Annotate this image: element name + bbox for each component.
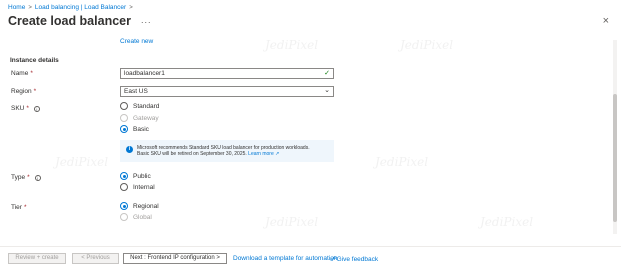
previous-button[interactable]: < Previous [72,253,119,264]
info-circle-icon: i [126,146,133,153]
feedback-icon: ☍ [330,256,337,263]
radio-label: Global [133,213,152,221]
region-label: Region * [11,88,36,95]
give-feedback-label: Give feedback [336,256,379,263]
required-marker: * [30,70,33,77]
name-label-text: Name [11,70,29,77]
close-icon[interactable]: × [603,16,609,27]
type-option-internal[interactable]: Internal [120,183,155,191]
chevron-down-icon: ⌄ [324,87,330,94]
tier-option-regional[interactable]: Regional [120,202,159,210]
form-scroll-area: Create new Instance details Name * loadb… [0,34,621,244]
next-button[interactable]: Next : Frontend IP configuration > [123,253,227,264]
radio-label: Basic [133,125,149,133]
required-marker: * [26,105,29,112]
radio-label: Public [133,172,151,180]
breadcrumb-home[interactable]: Home [8,4,25,11]
give-feedback-link[interactable]: ☍Give feedback [330,255,378,263]
tier-label-text: Tier [11,204,22,211]
info-icon[interactable]: i [33,105,40,112]
footer-bar: Review + create < Previous Next : Fronte… [0,246,621,270]
type-option-public[interactable]: Public [120,172,151,180]
sku-option-gateway: Gateway [120,114,159,122]
sku-info-text: Microsoft recommends Standard SKU load b… [137,145,310,157]
breadcrumb-separator: > [129,4,133,11]
region-label-text: Region [11,88,32,95]
radio-label: Gateway [133,114,159,122]
title-row: Create load balancer ... [8,14,151,28]
info-icon[interactable]: i [34,174,41,181]
sku-label: SKU * i [11,105,40,112]
breadcrumb-load-balancing[interactable]: Load balancing | Load Balancer [35,4,126,11]
required-marker: * [27,174,30,181]
radio-button[interactable] [120,125,128,133]
sku-option-standard[interactable]: Standard [120,102,159,110]
vertical-scrollbar[interactable] [613,40,617,234]
more-options-icon[interactable]: ... [141,15,152,25]
radio-button[interactable] [120,172,128,180]
valid-check-icon: ✓ [324,70,330,77]
radio-button[interactable] [120,183,128,191]
sku-option-basic[interactable]: Basic [120,125,149,133]
type-label: Type * i [11,174,41,181]
download-template-link[interactable]: Download a template for automation [233,255,337,262]
region-select-value: East US [124,88,148,95]
region-select[interactable]: East US ⌄ [120,86,334,97]
radio-button [120,114,128,122]
review-create-button[interactable]: Review + create [8,253,66,264]
sku-info-line2: Basic SKU will be retired on September 3… [137,151,247,157]
learn-more-link[interactable]: Learn more ↗ [248,151,279,157]
page-title: Create load balancer [8,14,131,28]
radio-label: Standard [133,102,160,110]
required-marker: * [33,88,37,95]
scrollbar-thumb[interactable] [613,94,617,222]
radio-button [120,213,128,221]
sku-info-banner: i Microsoft recommends Standard SKU load… [120,140,334,162]
breadcrumb-separator: > [28,4,32,11]
create-new-link[interactable]: Create new [120,38,153,45]
name-label: Name * [11,70,33,77]
required-marker: * [23,204,27,211]
type-label-text: Type [11,174,26,181]
breadcrumb: Home > Load balancing | Load Balancer > [8,4,133,11]
tier-label: Tier * [11,204,26,211]
name-input-value: loadbalancer1 [124,70,165,77]
radio-label: Regional [133,202,159,210]
section-title: Instance details [10,57,59,64]
tier-option-global: Global [120,213,152,221]
sku-label-text: SKU [11,105,25,112]
name-input[interactable]: loadbalancer1 ✓ [120,68,334,79]
radio-button[interactable] [120,102,128,110]
radio-label: Internal [133,183,155,191]
radio-button[interactable] [120,202,128,210]
